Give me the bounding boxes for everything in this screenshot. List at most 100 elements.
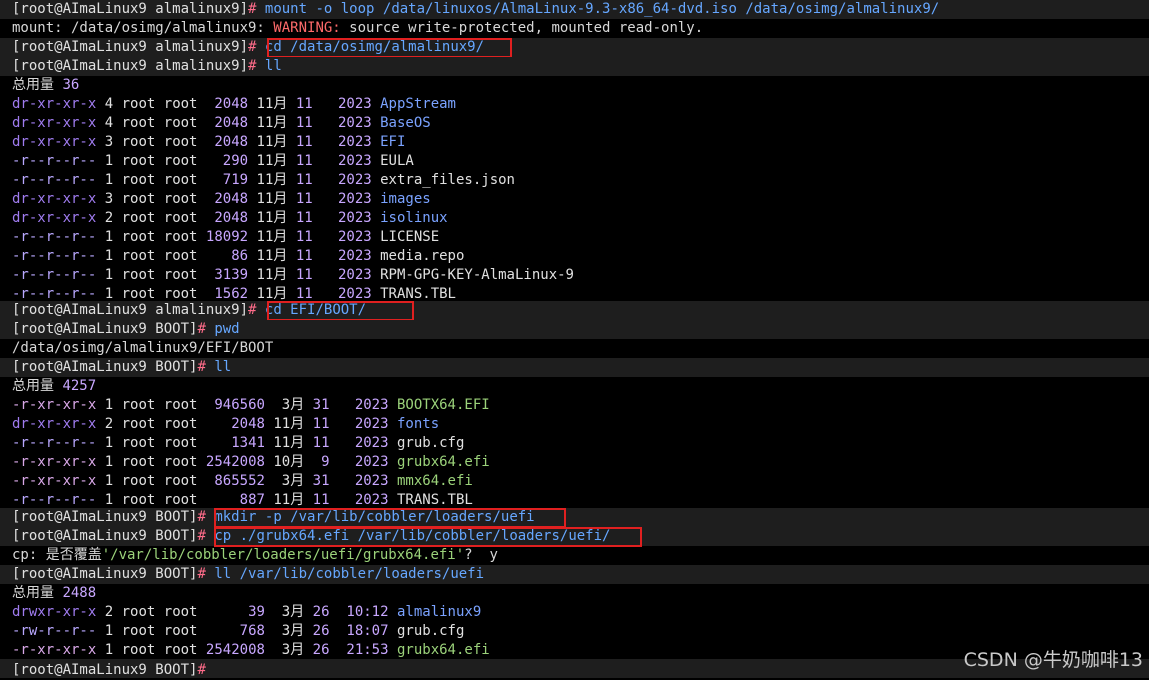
file-month: 3月 bbox=[273, 604, 305, 620]
file-size: 768 bbox=[205, 623, 265, 639]
file-permissions: -r--r--r-- bbox=[12, 248, 97, 264]
file-owner: root bbox=[121, 153, 156, 169]
listing-row: -r--r--r-- 1 root root 86 11月 11 2023 me… bbox=[12, 247, 464, 266]
prompt-hash: # bbox=[248, 58, 257, 74]
file-name: TRANS.TBL bbox=[396, 492, 473, 508]
file-size: 290 bbox=[205, 153, 249, 169]
file-time: 18:07 bbox=[346, 623, 389, 639]
file-name: BaseOS bbox=[380, 115, 431, 131]
file-size: 2048 bbox=[205, 191, 249, 207]
file-day: 11 bbox=[295, 172, 313, 188]
listing-row: dr-xr-xr-x 4 root root 2048 11月 11 2023 … bbox=[12, 95, 456, 114]
listing-row: -r--r--r-- 1 root root 1341 11月 11 2023 … bbox=[12, 434, 464, 453]
file-name: grub.cfg bbox=[396, 623, 465, 639]
file-owner: root bbox=[121, 623, 156, 639]
file-size: 2048 bbox=[205, 210, 249, 226]
file-time: 2023 bbox=[346, 454, 389, 470]
file-permissions: dr-xr-xr-x bbox=[12, 134, 97, 150]
file-day: 11 bbox=[295, 267, 313, 283]
file-group: root bbox=[163, 210, 198, 226]
prompt-hash: # bbox=[197, 662, 206, 678]
file-time: 2023 bbox=[329, 134, 372, 150]
file-group: root bbox=[163, 229, 198, 245]
file-name: LICENSE bbox=[380, 229, 440, 245]
listing-row: -r-xr-xr-x 1 root root 2542008 3月 26 21:… bbox=[12, 641, 490, 660]
listing-row: dr-xr-xr-x 3 root root 2048 11月 11 2023 … bbox=[12, 190, 431, 209]
shell-prompt: [root@AImaLinux9 almalinux9] bbox=[12, 302, 249, 318]
link-count: 1 bbox=[104, 153, 114, 169]
listing-row: -r--r--r-- 1 root root 3139 11月 11 2023 … bbox=[12, 266, 574, 285]
file-size: 2048 bbox=[205, 115, 249, 131]
listing-row: dr-xr-xr-x 2 root root 2048 11月 11 2023 … bbox=[12, 209, 448, 228]
file-size: 719 bbox=[205, 172, 249, 188]
file-month: 11月 bbox=[256, 191, 288, 207]
link-count: 3 bbox=[104, 134, 114, 150]
terminal-line-ll-uefi: [root@AImaLinux9 BOOT]# ll /var/lib/cobb… bbox=[12, 565, 484, 584]
file-month: 3月 bbox=[273, 623, 305, 639]
listing-row: -r--r--r-- 1 root root 290 11月 11 2023 E… bbox=[12, 152, 414, 171]
total-value: 36 bbox=[62, 77, 80, 93]
file-name: grub.cfg bbox=[396, 435, 465, 451]
file-name: isolinux bbox=[380, 210, 448, 226]
file-owner: root bbox=[121, 191, 156, 207]
terminal-line-ll-boot: [root@AImaLinux9 BOOT]# ll bbox=[12, 358, 231, 377]
file-owner: root bbox=[121, 492, 156, 508]
command-text: pwd bbox=[214, 321, 240, 337]
file-day: 26 bbox=[312, 604, 330, 620]
file-permissions: -r--r--r-- bbox=[12, 286, 97, 302]
file-day: 11 bbox=[295, 191, 313, 207]
file-permissions: -r--r--r-- bbox=[12, 492, 97, 508]
file-group: root bbox=[163, 454, 198, 470]
prompt-hash: # bbox=[248, 302, 257, 318]
cp-overwrite-answer: ? y bbox=[464, 547, 498, 563]
file-month: 11月 bbox=[256, 115, 288, 131]
file-permissions: -r-xr-xr-x bbox=[12, 454, 97, 470]
file-month: 11月 bbox=[256, 172, 288, 188]
shell-prompt: [root@AImaLinux9 BOOT] bbox=[12, 509, 198, 525]
listing-row: -r--r--r-- 1 root root 18092 11月 11 2023… bbox=[12, 228, 439, 247]
file-day: 11 bbox=[295, 134, 313, 150]
file-day: 11 bbox=[295, 96, 313, 112]
file-size: 2542008 bbox=[205, 642, 265, 658]
listing-row: -r-xr-xr-x 1 root root 946560 3月 31 2023… bbox=[12, 396, 490, 415]
terminal-window[interactable]: [root@AImaLinux9 almalinux9]# mount -o l… bbox=[0, 0, 1149, 680]
file-group: root bbox=[163, 286, 198, 302]
terminal-line-total: 总用量 36 bbox=[12, 76, 79, 95]
file-name: AppStream bbox=[380, 96, 456, 112]
highlight-box-mkdir bbox=[214, 508, 566, 528]
file-month: 11月 bbox=[273, 416, 305, 432]
link-count: 1 bbox=[104, 623, 114, 639]
terminal-line-pwd: [root@AImaLinux9 BOOT]# pwd bbox=[12, 320, 240, 339]
file-owner: root bbox=[121, 172, 156, 188]
listing-row: dr-xr-xr-x 4 root root 2048 11月 11 2023 … bbox=[12, 114, 431, 133]
file-permissions: dr-xr-xr-x bbox=[12, 115, 97, 131]
pwd-output: /data/osimg/almalinux9/EFI/BOOT bbox=[12, 340, 274, 356]
file-permissions: drwxr-xr-x bbox=[12, 604, 97, 620]
listing-row: dr-xr-xr-x 2 root root 2048 11月 11 2023 … bbox=[12, 415, 439, 434]
file-permissions: -r--r--r-- bbox=[12, 172, 97, 188]
file-month: 10月 bbox=[273, 454, 305, 470]
link-count: 1 bbox=[104, 397, 114, 413]
command-text: ll bbox=[214, 359, 232, 375]
highlight-box-cd-almalinux bbox=[267, 38, 512, 58]
file-owner: root bbox=[121, 642, 156, 658]
file-day: 11 bbox=[312, 416, 330, 432]
listing-row: -rw-r--r-- 1 root root 768 3月 26 18:07 g… bbox=[12, 622, 464, 641]
file-time: 2023 bbox=[329, 191, 372, 207]
file-size: 887 bbox=[205, 492, 265, 508]
file-day: 26 bbox=[312, 623, 330, 639]
link-count: 1 bbox=[104, 267, 114, 283]
link-count: 1 bbox=[104, 248, 114, 264]
file-group: root bbox=[163, 134, 198, 150]
file-time: 2023 bbox=[329, 153, 372, 169]
shell-prompt: [root@AImaLinux9 BOOT] bbox=[12, 662, 198, 678]
file-group: root bbox=[163, 473, 198, 489]
file-name: BOOTX64.EFI bbox=[396, 397, 490, 413]
terminal-line-final-prompt[interactable]: [root@AImaLinux9 BOOT]# bbox=[12, 659, 214, 678]
file-permissions: -r-xr-xr-x bbox=[12, 473, 97, 489]
file-permissions: dr-xr-xr-x bbox=[12, 416, 97, 432]
file-name: EULA bbox=[380, 153, 414, 169]
terminal-line-cp-overwrite: cp: 是否覆盖'/var/lib/cobbler/loaders/uefi/g… bbox=[12, 546, 498, 565]
file-day: 11 bbox=[295, 115, 313, 131]
file-time: 2023 bbox=[346, 416, 389, 432]
